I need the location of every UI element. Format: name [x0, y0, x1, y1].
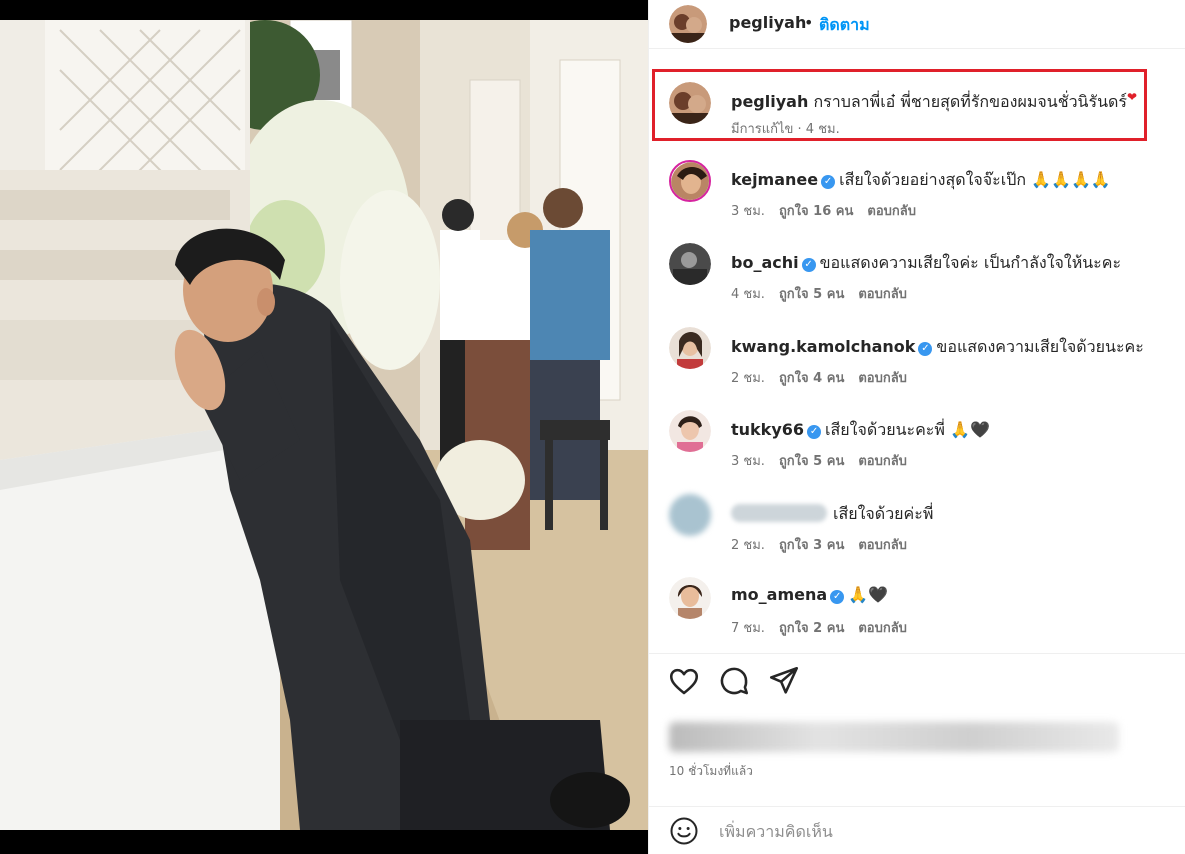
reply-button[interactable]: ตอบกลับ — [858, 538, 907, 553]
comment-meta: 7 ชม. ถูกใจ 2 คน ตอบกลับ — [731, 617, 921, 638]
header-divider — [649, 48, 1185, 49]
actions-divider — [649, 653, 1185, 654]
comment-meta: 3 ชม. ถูกใจ 5 คน ตอบกลับ — [731, 450, 921, 471]
post-media — [0, 0, 648, 854]
comment-line: tukky66 ✓ เสียใจด้วยนะคะพี่ 🙏🖤 — [731, 418, 990, 443]
paper-plane-icon[interactable] — [767, 664, 801, 698]
comment-line: kwang.kamolchanok ✓ ขอแสดงความเสียใจด้วยนะ… — [731, 335, 1144, 360]
comment-meta: 3 ชม. ถูกใจ 16 คน ตอบกลับ — [731, 200, 930, 221]
comment-likes[interactable]: ถูกใจ 2 คน — [779, 621, 844, 636]
reply-button[interactable]: ตอบกลับ — [867, 204, 916, 219]
comment-username[interactable]: kejmanee — [731, 170, 818, 189]
comment-meta: 2 ชม. ถูกใจ 4 คน ตอบกลับ — [731, 367, 921, 388]
comment-likes[interactable]: ถูกใจ 4 คน — [779, 371, 844, 386]
add-comment-input[interactable]: เพิ่มความคิดเห็น — [719, 820, 833, 845]
comment-time: 2 ชม. — [731, 538, 765, 553]
verified-badge-icon: ✓ — [801, 258, 816, 272]
commenter-avatar[interactable] — [669, 577, 711, 619]
comment-item: bo_achi ✓ ขอแสดงความเสียใจค่ะ เป็นกำลังใจใ… — [649, 243, 1185, 323]
post-actions — [649, 664, 1185, 710]
comment-meta: 2 ชม. ถูกใจ 3 คน ตอบกลับ — [731, 534, 921, 555]
commenter-avatar[interactable] — [669, 410, 711, 452]
comment-likes[interactable]: ถูกใจ 5 คน — [779, 287, 844, 302]
add-comment-row: เพิ่มความคิดเห็น — [649, 806, 1185, 854]
commenter-avatar[interactable] — [669, 327, 711, 369]
post-side-panel: pegliyah • ติดตาม pegliyah กราบลาพี่เอ๋ … — [648, 0, 1185, 854]
comment-item: tukky66 ✓ เสียใจด้วยนะคะพี่ 🙏🖤 3 ชม. ถูกใจ … — [649, 410, 1185, 490]
comment-text: เสียใจด้วยนะคะพี่ 🙏🖤 — [825, 420, 990, 439]
verified-badge-icon: ✓ — [918, 342, 933, 356]
commenter-avatar-blurred[interactable] — [669, 494, 711, 536]
smiley-icon[interactable] — [669, 816, 699, 846]
header-separator: • — [804, 13, 814, 32]
comment-line: เสียใจด้วยค่ะพี่ — [731, 502, 933, 527]
comment-username[interactable]: bo_achi — [731, 253, 799, 272]
post-header: pegliyah • ติดตาม — [649, 0, 1185, 48]
comment-text: เสียใจด้วยอย่างสุดใจจ๊ะเป๊ก 🙏🙏🙏🙏 — [839, 170, 1111, 189]
author-avatar[interactable] — [669, 5, 707, 43]
likes-summary-blurred — [669, 722, 1119, 752]
reply-button[interactable]: ตอบกลับ — [858, 621, 907, 636]
post-photo[interactable] — [0, 20, 648, 830]
comment-likes[interactable]: ถูกใจ 16 คน — [779, 204, 853, 219]
follow-button[interactable]: ติดตาม — [819, 13, 870, 38]
comment-likes[interactable]: ถูกใจ 3 คน — [779, 538, 844, 553]
reply-button[interactable]: ตอบกลับ — [858, 287, 907, 302]
commenter-avatar[interactable] — [669, 160, 711, 202]
comment-time: 3 ชม. — [731, 204, 765, 219]
verified-badge-icon: ✓ — [830, 590, 845, 604]
comment-item: kejmanee ✓ เสียใจด้วยอย่างสุดใจจ๊ะเป๊ก 🙏🙏🙏… — [649, 160, 1185, 240]
comment-time: 2 ชม. — [731, 371, 765, 386]
author-username[interactable]: pegliyah — [729, 13, 806, 32]
comment-likes[interactable]: ถูกใจ 5 คน — [779, 454, 844, 469]
comment-line: bo_achi ✓ ขอแสดงความเสียใจค่ะ เป็นกำลังใจใ… — [731, 251, 1121, 276]
comment-item: เสียใจด้วยค่ะพี่ 2 ชม. ถูกใจ 3 คน ตอบกลับ — [649, 494, 1185, 574]
comment-username[interactable]: kwang.kamolchanok — [731, 337, 915, 356]
comment-text: ขอแสดงความเสียใจด้วยนะคะ — [936, 337, 1144, 356]
comment-bubble-icon[interactable] — [717, 664, 751, 698]
comment-item: mo_amena ✓ 🙏🖤 7 ชม. ถูกใจ 2 คน ตอบกลับ — [649, 577, 1185, 657]
comment-text: 🙏🖤 — [848, 585, 889, 604]
comment-username[interactable]: mo_amena — [731, 585, 827, 604]
comment-line: mo_amena ✓ 🙏🖤 — [731, 585, 888, 604]
comment-text: เสียใจด้วยค่ะพี่ — [833, 504, 934, 523]
comment-line: kejmanee ✓ เสียใจด้วยอย่างสุดใจจ๊ะเป๊ก 🙏🙏🙏… — [731, 168, 1111, 193]
comment-time: 3 ชม. — [731, 454, 765, 469]
commenter-avatar[interactable] — [669, 243, 711, 285]
post-time-ago[interactable]: 10 ชั่วโมงที่แล้ว — [669, 762, 753, 781]
heart-icon[interactable] — [667, 664, 701, 698]
verified-badge-icon: ✓ — [807, 425, 822, 439]
comment-username[interactable]: tukky66 — [731, 420, 804, 439]
reply-button[interactable]: ตอบกลับ — [858, 454, 907, 469]
verified-badge-icon: ✓ — [821, 175, 836, 189]
blurred-username[interactable] — [731, 504, 827, 522]
comment-time: 7 ชม. — [731, 621, 765, 636]
comment-item: kwang.kamolchanok ✓ ขอแสดงความเสียใจด้วยนะ… — [649, 327, 1185, 407]
caption-highlight-box — [652, 69, 1147, 141]
reply-button[interactable]: ตอบกลับ — [858, 371, 907, 386]
comment-time: 4 ชม. — [731, 287, 765, 302]
comment-text: ขอแสดงความเสียใจค่ะ เป็นกำลังใจให้นะคะ — [819, 253, 1122, 272]
comment-meta: 4 ชม. ถูกใจ 5 คน ตอบกลับ — [731, 283, 921, 304]
